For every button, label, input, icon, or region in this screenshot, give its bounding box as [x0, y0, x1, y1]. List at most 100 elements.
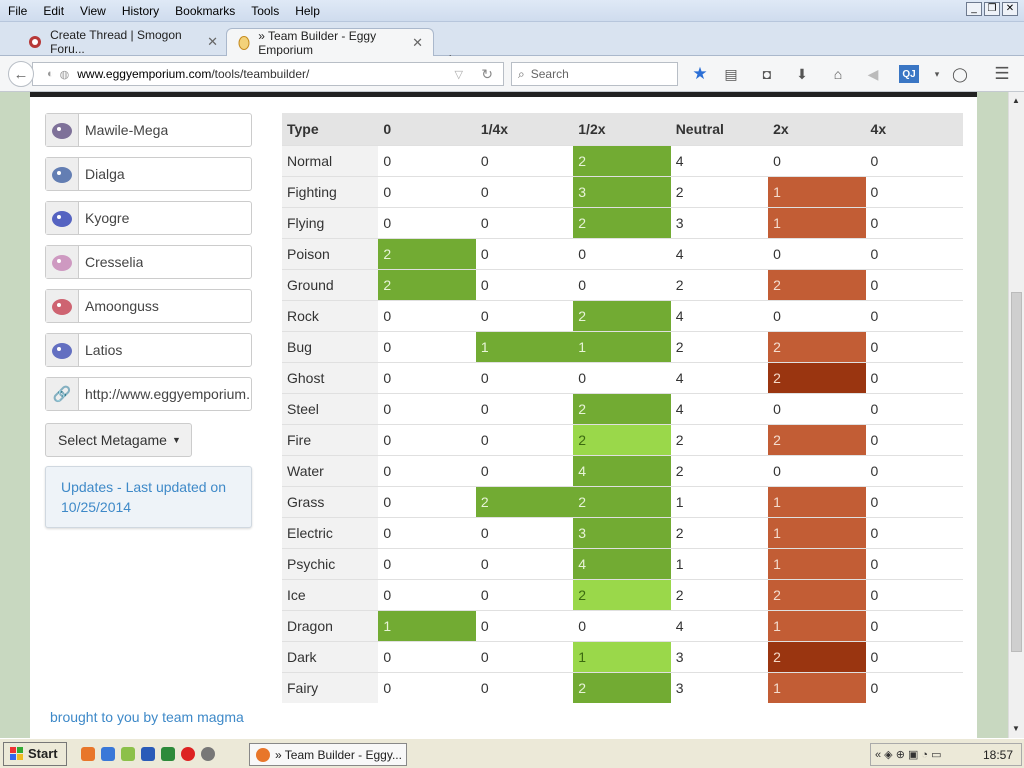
- taskbar-task-firefox[interactable]: » Team Builder - Eggy...: [249, 743, 407, 766]
- credit-link[interactable]: brought to you by team magma: [50, 709, 244, 725]
- table-row: Ice 0 0 2 2 2 0: [282, 578, 963, 610]
- team-member-slot[interactable]: Amoonguss: [45, 289, 252, 323]
- effectiveness-cell: 2: [573, 423, 671, 455]
- qj-addon-icon[interactable]: QJ: [899, 65, 919, 83]
- effectiveness-cell: 0: [475, 454, 574, 486]
- select-metagame-button[interactable]: Select Metagame ▼: [45, 423, 192, 457]
- vertical-scrollbar[interactable]: ▲ ▼: [1008, 92, 1024, 738]
- pokemon-name: Latios: [85, 342, 123, 358]
- effectiveness-cell: 0: [475, 299, 574, 331]
- tab-team-builder[interactable]: » Team Builder - Eggy Emporium ✕: [226, 28, 434, 57]
- hamburger-menu-icon[interactable]: ☰: [993, 64, 1011, 83]
- effectiveness-cell: 2: [670, 268, 769, 300]
- firefox-quicklaunch-icon[interactable]: [80, 746, 95, 761]
- tab-smogon[interactable]: Create Thread | Smogon Foru... ✕: [18, 28, 228, 56]
- bookmark-star-icon[interactable]: ★: [691, 64, 709, 83]
- effectiveness-cell: 0: [378, 578, 476, 610]
- effectiveness-cell: 0: [378, 640, 476, 672]
- addon-dropdown-icon[interactable]: ▾: [928, 65, 946, 83]
- team-member-slot[interactable]: Cresselia: [45, 245, 252, 279]
- effectiveness-cell: 3: [573, 516, 671, 548]
- shield-icon[interactable]: ◐: [47, 68, 54, 80]
- tray-icons[interactable]: « ◈ ⊕ ▣ ◔ ▭: [871, 748, 942, 761]
- effectiveness-cell: 0: [865, 175, 963, 207]
- effectiveness-cell: 4: [670, 299, 769, 331]
- effectiveness-cell: 3: [670, 671, 769, 703]
- word-quicklaunch-icon[interactable]: [140, 746, 155, 761]
- table-row: Flying 0 0 2 3 1 0: [282, 206, 963, 238]
- team-member-slot[interactable]: Kyogre: [45, 201, 252, 235]
- taskbar: Start » Team Builder - Eggy... « ◈ ⊕ ▣ ◔…: [0, 738, 1024, 768]
- page-background: [977, 92, 1008, 738]
- minimize-icon[interactable]: _: [966, 2, 982, 16]
- dropdown-arrow-icon[interactable]: ▽: [455, 68, 463, 81]
- pokemon-name: Mawile-Mega: [85, 122, 169, 138]
- effectiveness-cell: 1: [670, 485, 769, 517]
- effectiveness-cell: 0: [475, 640, 574, 672]
- menu-tools[interactable]: Tools: [243, 4, 287, 18]
- download-icon[interactable]: ⬇: [793, 65, 811, 83]
- scroll-down-icon[interactable]: ▼: [1012, 724, 1020, 733]
- reading-list-icon[interactable]: ▤: [722, 65, 740, 83]
- home-icon[interactable]: ⌂: [829, 65, 847, 83]
- team-member-slot[interactable]: Mawile-Mega: [45, 113, 252, 147]
- menu-edit[interactable]: Edit: [35, 4, 72, 18]
- updates-link[interactable]: Updates - Last updated on 10/25/2014: [45, 466, 252, 528]
- effectiveness-cell: 1: [768, 175, 866, 207]
- effectiveness-cell: 4: [670, 392, 769, 424]
- url-text: www.eggyemporium.com/tools/teambuilder/: [77, 67, 310, 81]
- close-icon[interactable]: ✕: [1002, 2, 1018, 16]
- team-member-slot[interactable]: Latios: [45, 333, 252, 367]
- clock: 18:57: [982, 747, 1013, 762]
- effectiveness-cell: 2: [573, 485, 671, 517]
- effectiveness-cell: 0: [865, 330, 963, 362]
- menu-file[interactable]: File: [0, 4, 35, 18]
- media-quicklaunch-icon[interactable]: [200, 746, 215, 761]
- effectiveness-cell: 1: [573, 330, 671, 362]
- effectiveness-cell: 0: [768, 392, 866, 424]
- browser-window: File Edit View History Bookmarks Tools Help _ …: [0, 0, 1024, 768]
- menu-help[interactable]: Help: [287, 4, 328, 18]
- menu-view[interactable]: View: [72, 4, 114, 18]
- opera-quicklaunch-icon[interactable]: [180, 746, 195, 761]
- scroll-thumb[interactable]: [1011, 292, 1022, 652]
- tab-label: Create Thread | Smogon Foru...: [50, 28, 182, 56]
- close-tab-icon[interactable]: ✕: [404, 35, 423, 51]
- type-name-cell: Rock: [282, 299, 379, 331]
- team-member-slot[interactable]: Dialga: [45, 157, 252, 191]
- share-icon[interactable]: ◀: [864, 65, 882, 83]
- close-tab-icon[interactable]: ✕: [199, 34, 218, 50]
- effectiveness-cell: 3: [670, 640, 769, 672]
- pocket-icon[interactable]: ◘: [758, 65, 776, 83]
- address-bar[interactable]: ◐ ◍ www.eggyemporium.com/tools/teambuild…: [32, 62, 504, 86]
- ie-quicklaunch-icon[interactable]: [100, 746, 115, 761]
- menu-history[interactable]: History: [114, 4, 167, 18]
- app-quicklaunch-icon[interactable]: [120, 746, 135, 761]
- effectiveness-cell: 0: [573, 609, 671, 641]
- search-input[interactable]: ⌕ Search: [511, 62, 678, 86]
- effectiveness-cell: 2: [670, 423, 769, 455]
- scroll-up-icon[interactable]: ▲: [1012, 96, 1020, 105]
- effectiveness-cell: 0: [378, 454, 476, 486]
- share-link-field[interactable]: 🔗 http://www.eggyemporium.: [45, 377, 252, 411]
- effectiveness-cell: 0: [768, 454, 866, 486]
- chat-icon[interactable]: ◯: [951, 65, 969, 83]
- effectiveness-cell: 2: [768, 330, 866, 362]
- back-button[interactable]: ←: [8, 61, 34, 87]
- table-row: Grass 0 2 2 1 1 0: [282, 485, 963, 517]
- type-name-cell: Dragon: [282, 609, 379, 641]
- effectiveness-cell: 0: [865, 361, 963, 393]
- reload-icon[interactable]: ↻: [481, 66, 493, 83]
- excel-quicklaunch-icon[interactable]: [160, 746, 175, 761]
- start-button[interactable]: Start: [3, 741, 67, 766]
- effectiveness-cell: 0: [378, 423, 476, 455]
- effectiveness-cell: 0: [475, 206, 574, 238]
- effectiveness-cell: 2: [768, 361, 866, 393]
- effectiveness-cell: 1: [768, 516, 866, 548]
- effectiveness-cell: 0: [378, 516, 476, 548]
- restore-icon[interactable]: ❐: [984, 2, 1000, 16]
- type-name-cell: Normal: [282, 144, 379, 176]
- effectiveness-cell: 0: [378, 144, 476, 176]
- firefox-icon: [256, 747, 270, 762]
- menu-bookmarks[interactable]: Bookmarks: [167, 4, 243, 18]
